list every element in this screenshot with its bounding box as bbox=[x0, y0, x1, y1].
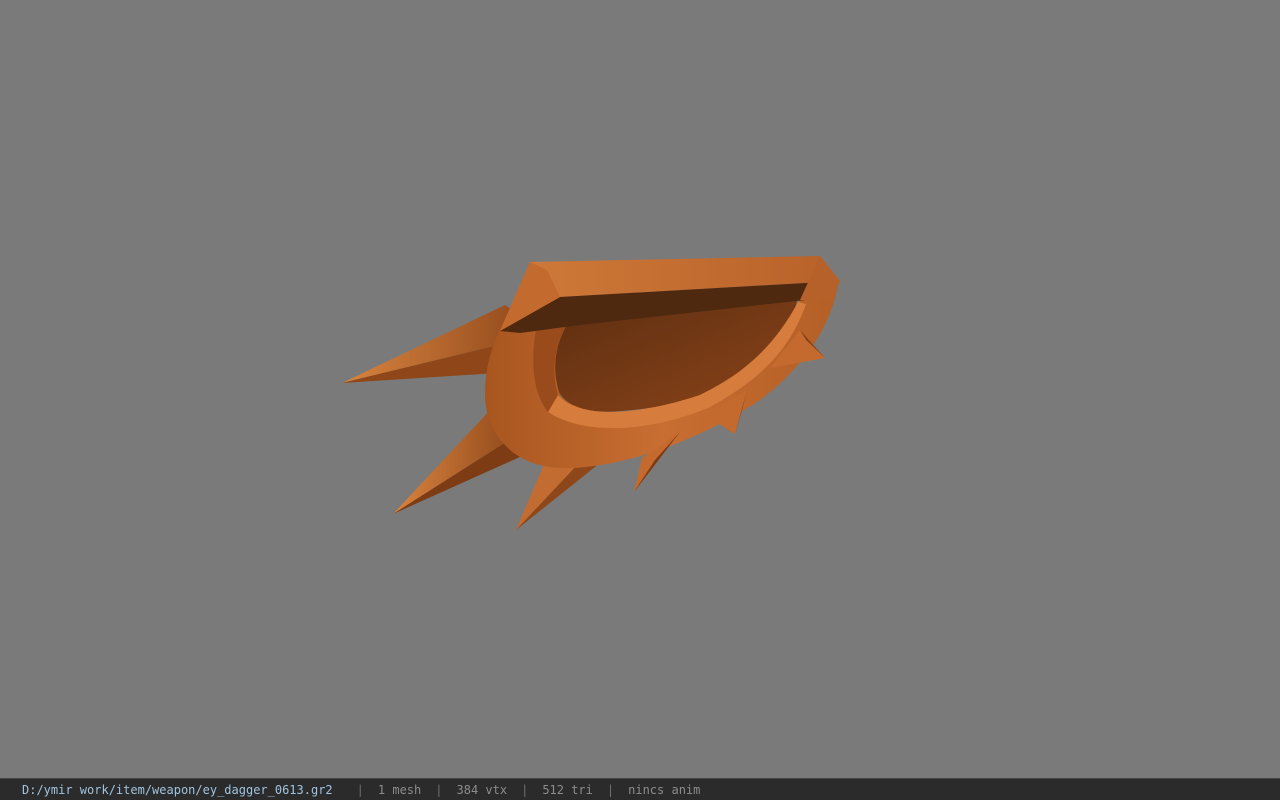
triangle-count: 512 tri bbox=[542, 782, 593, 797]
separator: | bbox=[521, 782, 529, 797]
vertex-count: 384 vtx bbox=[456, 782, 508, 797]
separator: | bbox=[606, 782, 615, 797]
file-path: D:/ymir work/item/weapon/ey_dagger_0613.… bbox=[22, 782, 333, 797]
model-render bbox=[342, 256, 840, 530]
separator: | bbox=[435, 782, 443, 797]
separator: | bbox=[356, 782, 364, 797]
3d-viewport[interactable] bbox=[0, 0, 1280, 778]
anim-status: nincs anim bbox=[628, 782, 701, 797]
mesh-count: 1 mesh bbox=[377, 782, 422, 797]
status-bar: D:/ymir work/item/weapon/ey_dagger_0613.… bbox=[0, 778, 1280, 800]
